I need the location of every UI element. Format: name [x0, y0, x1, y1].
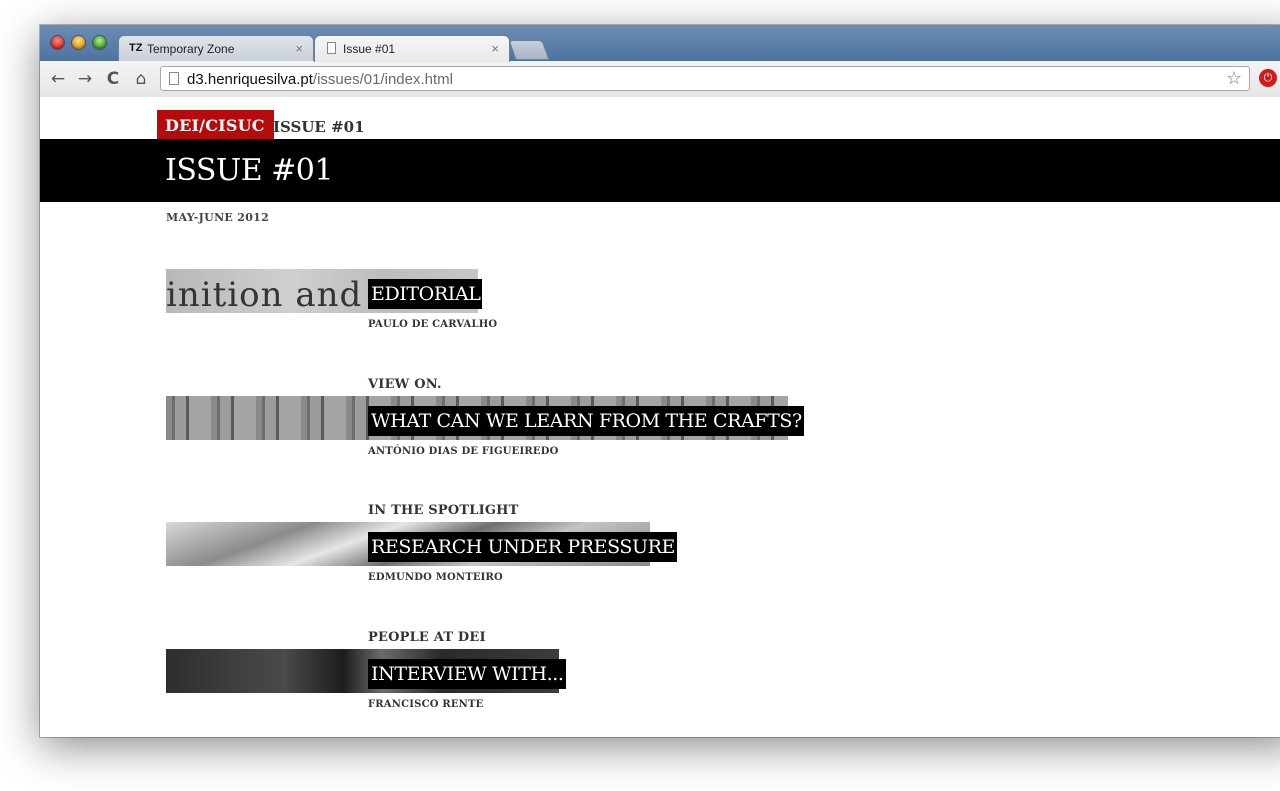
window-zoom-button[interactable] — [93, 36, 106, 49]
address-bar[interactable]: d3.henriquesilva.pt/issues/01/index.html — [160, 66, 1250, 91]
page-icon — [169, 72, 179, 85]
forward-arrow-icon[interactable]: → — [74, 68, 96, 90]
tab-temporary-zone[interactable]: TZ Temporary Zone × — [118, 35, 314, 61]
page-title: ISSUE #01 — [165, 153, 333, 188]
article-kicker: PEOPLE AT DEI — [368, 630, 486, 645]
back-arrow-icon[interactable]: ← — [47, 68, 69, 90]
article-kicker: IN THE SPOTLIGHT — [368, 503, 519, 518]
tab-close-icon[interactable]: × — [491, 41, 499, 56]
tab-strip: TZ Temporary Zone × Issue #01 × — [40, 25, 1280, 62]
issue-header-bar: ISSUE #01 — [40, 139, 1280, 202]
window-close-button[interactable] — [51, 36, 64, 49]
article-author: ANTÓNIO DIAS DE FIGUEIREDO — [368, 446, 559, 457]
article-kicker: VIEW ON. — [368, 377, 442, 392]
article-author: PAULO DE CARVALHO — [368, 319, 498, 330]
extension-icon[interactable]: ⏻ — [1259, 69, 1277, 87]
home-icon[interactable]: ⌂ — [130, 68, 152, 90]
article-title[interactable]: INTERVIEW WITH... — [368, 659, 566, 689]
url-text: d3.henriquesilva.pt/issues/01/index.html — [187, 71, 453, 88]
tab-issue-01[interactable]: Issue #01 × — [314, 35, 510, 62]
bookmark-star-icon[interactable]: ☆ — [1226, 68, 1242, 89]
article-author: EDMUNDO MONTEIRO — [368, 572, 503, 583]
new-tab-button[interactable] — [508, 40, 550, 60]
page-content: DEI/CISUC ISSUE #01 ISSUE #01 MAY-JUNE 2… — [40, 97, 1280, 737]
article-author: FRANCISCO RENTE — [368, 699, 484, 710]
tab-title: Issue #01 — [343, 42, 396, 56]
article-title[interactable]: EDITORIAL — [368, 279, 483, 309]
tz-favicon-icon: TZ — [129, 42, 143, 54]
brand-logo-link[interactable]: DEI/CISUC — [157, 110, 274, 139]
url-path: /issues/01/index.html — [312, 71, 453, 88]
browser-toolbar: ← → C ⌂ d3.henriquesilva.pt/issues/01/in… — [40, 61, 1280, 98]
tab-close-icon[interactable]: × — [295, 41, 303, 56]
tab-title: Temporary Zone — [147, 42, 235, 56]
browser-window: TZ Temporary Zone × Issue #01 × ← → C ⌂ … — [40, 25, 1280, 737]
window-minimize-button[interactable] — [72, 36, 85, 49]
article-title[interactable]: RESEARCH UNDER PRESSURE — [368, 532, 677, 562]
issue-date: MAY-JUNE 2012 — [166, 211, 270, 224]
thumbnail-scan-text: inition and B — [166, 275, 401, 313]
page-icon — [327, 42, 336, 54]
article-title[interactable]: WHAT CAN WE LEARN FROM THE CRAFTS? — [368, 406, 804, 436]
url-host: d3.henriquesilva.pt — [187, 71, 313, 88]
breadcrumb[interactable]: ISSUE #01 — [273, 118, 365, 136]
reload-icon[interactable]: C — [102, 68, 124, 90]
